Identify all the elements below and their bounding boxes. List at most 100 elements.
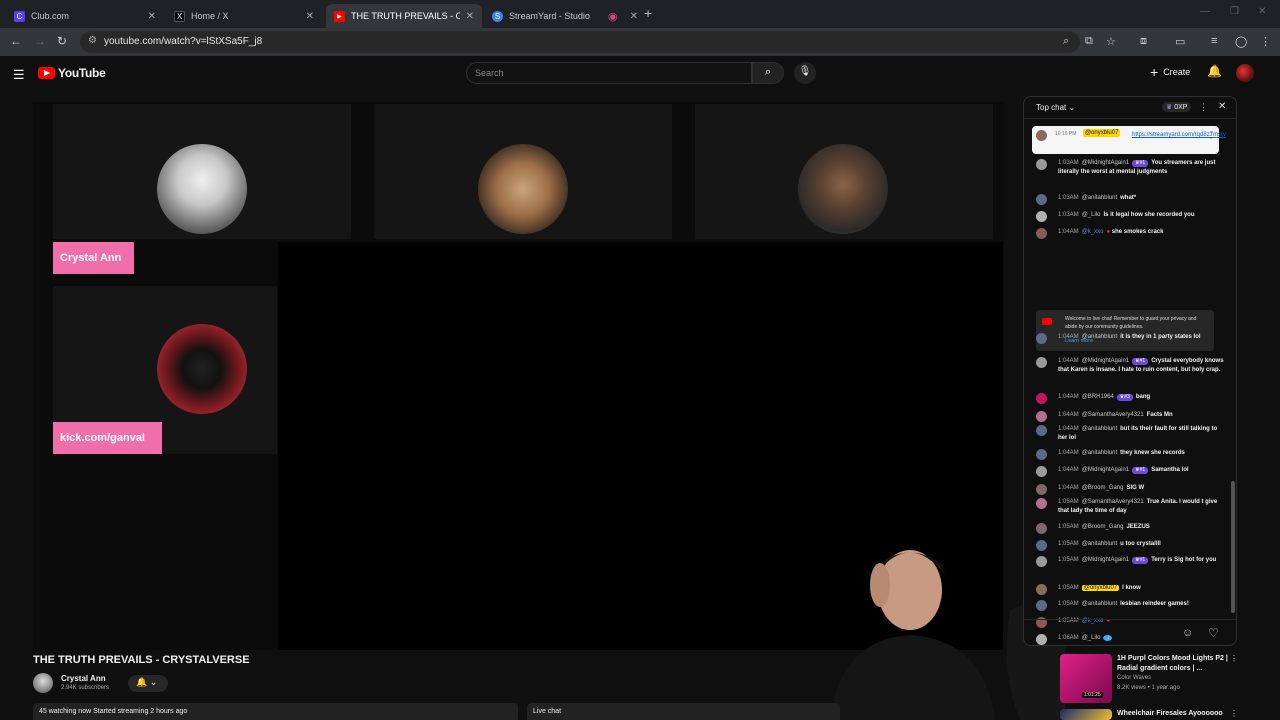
browser-tab[interactable]: X Home / X ✕ (166, 4, 322, 28)
extensions-icon[interactable]: ⧈ (1140, 35, 1147, 48)
participant-avatar (157, 144, 247, 234)
chat-message[interactable]: 1:03AM @anitahblunt what* (1036, 194, 1224, 205)
address-bar[interactable]: ⚙ youtube.com/watch?v=lStXSa5F_j8 (80, 31, 1080, 53)
youtube-logo[interactable]: YouTube (38, 66, 106, 80)
media-control-icon[interactable]: ≡ (1211, 35, 1217, 47)
avatar (1036, 411, 1047, 422)
hamburger-menu-icon[interactable]: ☰ (13, 67, 25, 83)
chat-mode-dropdown[interactable]: Top chat ⌄ (1036, 103, 1075, 112)
chat-scrollbar[interactable] (1231, 121, 1235, 621)
description-box[interactable]: 45 watching now Started streaming 2 hour… (33, 703, 518, 720)
chat-message[interactable]: 1:04AM @anitahblunt they knew she records (1036, 449, 1224, 460)
notification-bell-button[interactable]: 🔔 ⌄ (128, 675, 168, 692)
site-info-icon[interactable]: ⚙ (88, 35, 97, 46)
chat-message[interactable]: 1:04AM @anitahblunt but its their fault fo… (1036, 425, 1224, 443)
close-chat-icon[interactable]: ✕ (1218, 101, 1226, 112)
close-tab-icon[interactable]: ✕ (630, 11, 638, 22)
youtube-play-icon (38, 67, 55, 79)
avatar (1036, 523, 1047, 534)
welcome-banner: Welcome to live chat! Remember to guard … (1036, 310, 1214, 351)
close-tab-icon[interactable]: ✕ (148, 11, 156, 22)
more-actions-icon[interactable]: ⋮ (1230, 654, 1238, 663)
bookmark-star-icon[interactable]: ☆ (1106, 35, 1116, 48)
chat-message[interactable]: 1:05AM @anitahblunt u too crystallll (1036, 540, 1224, 551)
subscriber-count: 2.94K subscribers (61, 685, 110, 691)
avatar (1036, 211, 1047, 222)
youtube-favicon-icon: ▶ (334, 10, 345, 22)
recommended-video[interactable]: Wheelchair Firesales Ayoooooo ⋮ (1060, 709, 1245, 720)
voice-search-button[interactable]: 🎙 (794, 62, 816, 84)
zoom-icon[interactable]: ⌕ (1063, 35, 1069, 48)
forward-icon[interactable]: → (34, 34, 46, 48)
heart-icon[interactable]: ♡ (1208, 626, 1219, 640)
chat-message[interactable]: 1:04AM @SamanthaAvery4321 Facts Mn (1036, 411, 1224, 422)
chat-message[interactable]: 1:05AM @SamanthaAvery4321 True Anita. I wo… (1036, 498, 1224, 516)
new-tab-icon[interactable]: + (644, 5, 652, 21)
chat-message[interactable]: 1:05AM @onyxblu07 I know (1036, 584, 1224, 595)
create-button[interactable]: + Create (1150, 64, 1190, 80)
chat-message[interactable]: 1:05AM @anitahblunt lesbian reindeer games… (1036, 600, 1224, 611)
browser-menu-icon[interactable]: ⋮ (1260, 35, 1271, 48)
avatar (1036, 333, 1047, 344)
profile-icon[interactable]: ◯ (1235, 35, 1247, 48)
create-label: Create (1163, 67, 1191, 77)
close-tab-icon[interactable]: ✕ (306, 11, 314, 22)
video-thumbnail[interactable] (1060, 709, 1112, 720)
avatar (1036, 466, 1047, 477)
chat-message[interactable]: 1:04AM @k_xxo ● she smokes crack (1036, 228, 1224, 239)
chat-message[interactable]: 1:05AM @MidnightAgain1 ♛#1 Terry is Sig hot… (1036, 556, 1224, 567)
scrollbar-thumb[interactable] (1231, 481, 1235, 613)
stream-stats: 45 watching now Started streaming 2 hour… (39, 708, 188, 715)
close-tab-icon[interactable]: ✕ (466, 11, 474, 22)
chat-message[interactable]: 1:04AM @anitahblunt it is they in 1 party … (1036, 333, 1224, 344)
recommended-video[interactable]: 1:01:25 1H Purpl Colors Mood Lights P2 |… (1060, 654, 1245, 706)
message-menu-icon[interactable]: ⋮ (1207, 131, 1215, 140)
account-avatar[interactable] (1236, 64, 1254, 82)
channel-name[interactable]: Crystal Ann (61, 674, 106, 683)
recommended-channel[interactable]: Color Waves (1117, 675, 1151, 681)
search-input[interactable]: Search (466, 62, 752, 84)
avatar (1036, 498, 1047, 509)
streamyard-favicon-icon: S (492, 10, 503, 22)
chat-message[interactable]: 1:04AM @Broom_Gang SIG W (1036, 484, 1224, 495)
live-chat-toggle[interactable]: Live chat (527, 703, 840, 720)
pinned-link[interactable]: https://streamyard.com/rqd8z7msrv (1055, 131, 1226, 140)
chat-message[interactable]: 1:04AM @MidnightAgain1 ♛#1 Samantha lol (1036, 466, 1224, 477)
back-icon[interactable]: ← (10, 34, 22, 48)
member-badge: ♛#1 (1132, 467, 1149, 474)
xp-badge[interactable]: ♛ 0XP (1162, 102, 1192, 112)
chat-message[interactable]: 1:04AM @MidnightAgain1 ♛#1 Crystal everybod… (1036, 357, 1224, 375)
reload-icon[interactable]: ↻ (57, 34, 67, 48)
chat-message[interactable]: 1:03AM @_Lilo Is it legal how she recorded… (1036, 211, 1224, 222)
search-button[interactable]: ⌕ (752, 62, 784, 84)
participant-avatar (478, 144, 568, 234)
close-window-icon[interactable]: ✕ (1258, 6, 1266, 17)
notifications-bell-icon[interactable]: 🔔 (1207, 64, 1222, 78)
microphone-icon: 🎙 (798, 66, 812, 77)
chat-message[interactable]: 1:04AM @BRH1964 ♛#3 bang (1036, 393, 1224, 404)
cast-icon[interactable]: ▭ (1175, 35, 1185, 48)
pinned-message[interactable]: 10:16 PM @onyxblu07 https://streamyard.c… (1032, 126, 1226, 154)
tab-title: Home / X (191, 11, 229, 21)
avatar (1036, 357, 1047, 368)
maximize-icon[interactable]: ❐ (1230, 6, 1239, 17)
chat-message[interactable]: 1:03AM @MidnightAgain1 ♛#1 You streamers ar… (1036, 159, 1224, 177)
member-badge: ♛#1 (1132, 160, 1149, 167)
minimize-icon[interactable]: — (1200, 6, 1210, 17)
recommended-title[interactable]: Wheelchair Firesales Ayoooooo (1117, 709, 1237, 719)
chat-more-icon[interactable]: ⋮ (1199, 102, 1208, 113)
browser-tab[interactable]: C Club.com ✕ (6, 4, 164, 28)
recommended-meta: 8.2K views • 1 year ago (1117, 685, 1180, 691)
recommended-title[interactable]: 1H Purpl Colors Mood Lights P2 | Radial … (1117, 654, 1237, 674)
channel-avatar[interactable] (33, 673, 53, 693)
emoji-icon[interactable]: ☺ (1182, 627, 1193, 639)
install-app-icon[interactable]: ⧉ (1085, 35, 1093, 48)
chat-message[interactable]: 1:05AM @Broom_Gang JEEZUS (1036, 523, 1224, 534)
chat-input-bar[interactable]: ☺ ♡ (1024, 619, 1236, 645)
avatar (1036, 228, 1047, 239)
browser-tab[interactable]: ◉ ✕ (600, 4, 640, 28)
more-actions-icon[interactable]: ⋮ (1230, 709, 1238, 718)
browser-tab-active[interactable]: ▶ THE TRUTH PREVAILS - CRYSTA ✕ (326, 4, 482, 28)
tab-favicon-icon: C (14, 10, 25, 22)
participant-name-chip: kick.com/ganval (53, 422, 162, 454)
